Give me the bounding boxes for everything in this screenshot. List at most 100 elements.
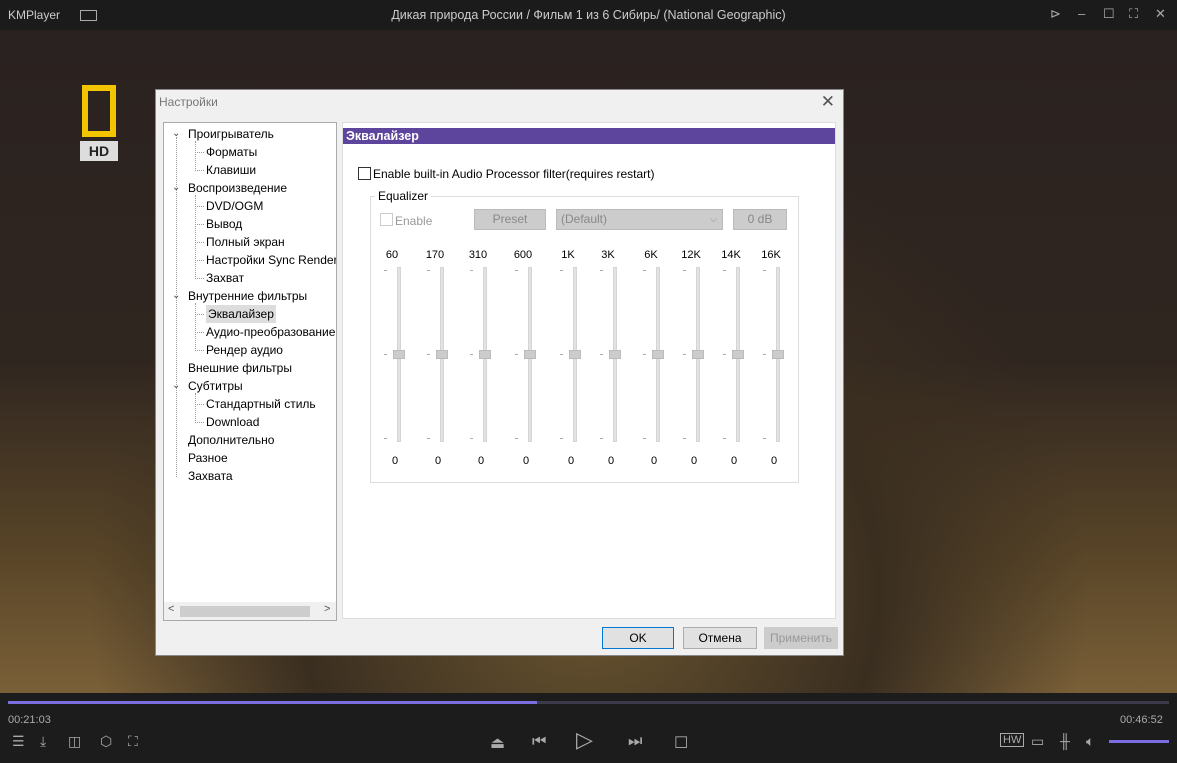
slider-tick xyxy=(643,354,646,355)
chevron-down-icon: ⌵ xyxy=(710,214,717,224)
preset-button[interactable]: Preset xyxy=(474,209,546,230)
stop-icon[interactable]: ☐ xyxy=(674,733,688,753)
db-button[interactable]: 0 dB xyxy=(733,209,787,230)
tree-horizontal-scrollbar[interactable]: < > xyxy=(164,602,336,620)
band-label: 60 xyxy=(385,249,399,261)
audio-wave-icon[interactable]: ╫ xyxy=(1060,733,1070,749)
previous-icon[interactable]: ⏮ xyxy=(532,733,546,751)
tree-item[interactable]: Проигрыватель ⌄ xyxy=(172,125,274,143)
tree-item[interactable]: Рендер аудио xyxy=(206,341,283,359)
next-icon[interactable]: ⏭ xyxy=(628,733,642,751)
tree-item[interactable]: Вывод xyxy=(206,215,242,233)
preset-value: (Default) xyxy=(561,212,608,226)
tree-item[interactable]: Эквалайзер xyxy=(206,305,276,323)
vr-icon[interactable]: ◫ xyxy=(68,733,81,750)
tree-item[interactable]: Субтитры ⌄ xyxy=(172,377,243,395)
band-slider-thumb[interactable] xyxy=(436,350,448,359)
band-slider-thumb[interactable] xyxy=(772,350,784,359)
tree-item[interactable]: Захвата xyxy=(188,467,233,485)
tree-item[interactable]: Захват xyxy=(206,269,244,287)
capture-icon[interactable]: ⛶ xyxy=(128,733,138,750)
tree-item-label: Стандартный стиль xyxy=(206,397,316,411)
band-slider-thumb[interactable] xyxy=(524,350,536,359)
tree-item[interactable]: Стандартный стиль xyxy=(206,395,316,413)
tree-item-label: Download xyxy=(206,415,260,429)
tree-item[interactable]: Download xyxy=(206,413,259,431)
preset-select[interactable]: (Default) ⌵ xyxy=(556,209,723,230)
tree-connector xyxy=(195,260,204,261)
band-slider-thumb[interactable] xyxy=(692,350,704,359)
band-slider-thumb[interactable] xyxy=(479,350,491,359)
seek-bar[interactable] xyxy=(8,701,1169,704)
pin-icon[interactable]: ⊳ xyxy=(1050,6,1061,22)
tree-item-label: Захвата xyxy=(188,469,233,483)
band-label: 6K xyxy=(644,249,658,261)
slider-tick xyxy=(427,270,430,271)
band-slider-thumb[interactable] xyxy=(652,350,664,359)
eq-enable-checkbox[interactable] xyxy=(380,213,393,226)
tree-item[interactable]: Внутренние фильтры ⌄ xyxy=(172,287,308,305)
band-slider-thumb[interactable] xyxy=(393,350,405,359)
elapsed-time: 00:21:03 xyxy=(8,714,51,726)
total-time: 00:46:52 xyxy=(1120,714,1163,726)
play-icon[interactable]: ▷ xyxy=(576,727,593,753)
tree-item[interactable]: Внешние фильтры xyxy=(188,359,292,377)
playlist-icon[interactable]: ☰ xyxy=(12,733,25,750)
download-icon[interactable]: ⤓ xyxy=(40,733,46,750)
slider-tick xyxy=(470,354,473,355)
tree-item-label: Эквалайзер xyxy=(208,307,274,321)
tree-item[interactable]: Воспроизведение ⌄ xyxy=(172,179,288,197)
scroll-right-icon[interactable]: > xyxy=(324,603,330,615)
band-value: 0 xyxy=(567,455,575,467)
control-bar: 00:21:03 00:46:52 ☰ ⤓ ◫ ⬡ ⛶ ⏏ ⏮ ▷ ⏭ ☐ HW… xyxy=(0,693,1177,763)
tree-item[interactable]: Настройки Sync Render xyxy=(206,251,336,269)
tree-connector xyxy=(195,350,204,351)
band-value: 0 xyxy=(650,455,658,467)
eject-icon[interactable]: ⏏ xyxy=(490,733,505,753)
scrollbar-thumb[interactable] xyxy=(180,606,310,617)
3d-icon[interactable]: ⬡ xyxy=(100,733,112,750)
band-slider-thumb[interactable] xyxy=(569,350,581,359)
tree-item[interactable]: Аудио-преобразование xyxy=(206,323,335,341)
tree-item[interactable]: Разное xyxy=(188,449,228,467)
scroll-left-icon[interactable]: < xyxy=(168,603,174,615)
slider-tick xyxy=(763,354,766,355)
slider-tick xyxy=(515,438,518,439)
hw-icon[interactable]: HW xyxy=(1000,733,1025,747)
close-icon[interactable]: ✕ xyxy=(1155,6,1166,22)
slider-tick xyxy=(600,354,603,355)
tree-item-label: Внутренние фильтры xyxy=(188,289,308,303)
band-value: 0 xyxy=(607,455,615,467)
tree-connector xyxy=(195,422,204,423)
subtitle-icon[interactable]: ▭ xyxy=(1031,733,1044,750)
volume-icon[interactable]: 🔈︎ xyxy=(1086,733,1094,750)
slider-tick xyxy=(723,438,726,439)
tree-item[interactable]: Форматы xyxy=(206,143,257,161)
band-slider-thumb[interactable] xyxy=(732,350,744,359)
tree-connector xyxy=(195,195,196,279)
tree-item[interactable]: Полный экран xyxy=(206,233,285,251)
settings-tree[interactable]: < > Проигрыватель ⌄ Форматы Клавиши Воспроиз… xyxy=(163,122,337,621)
maximize-icon[interactable]: ☐ xyxy=(1103,6,1115,22)
minimize-icon[interactable]: – xyxy=(1078,6,1085,21)
tree-item[interactable]: Дополнительно xyxy=(188,431,274,449)
band-value: 0 xyxy=(391,455,399,467)
dialog-close-icon[interactable]: ✕ xyxy=(821,92,835,112)
audio-processor-checkbox[interactable] xyxy=(358,167,371,180)
tree-item-label: Воспроизведение xyxy=(188,181,288,195)
tree-item[interactable]: DVD/OGM xyxy=(206,197,263,215)
tree-connector xyxy=(195,224,204,225)
ok-button[interactable]: OK xyxy=(602,627,674,649)
apply-button[interactable]: Применить xyxy=(764,627,838,649)
slider-tick xyxy=(384,354,387,355)
fullscreen-icon[interactable]: ⛶ xyxy=(1129,6,1138,22)
slider-tick xyxy=(643,438,646,439)
slider-tick xyxy=(427,354,430,355)
slider-tick xyxy=(470,438,473,439)
band-slider-thumb[interactable] xyxy=(609,350,621,359)
slider-tick xyxy=(560,354,563,355)
volume-slider[interactable] xyxy=(1109,740,1169,743)
cancel-button[interactable]: Отмена xyxy=(683,627,757,649)
audio-processor-label: Enable built-in Audio Processor filter(r… xyxy=(373,167,655,181)
tree-item[interactable]: Клавиши xyxy=(206,161,256,179)
